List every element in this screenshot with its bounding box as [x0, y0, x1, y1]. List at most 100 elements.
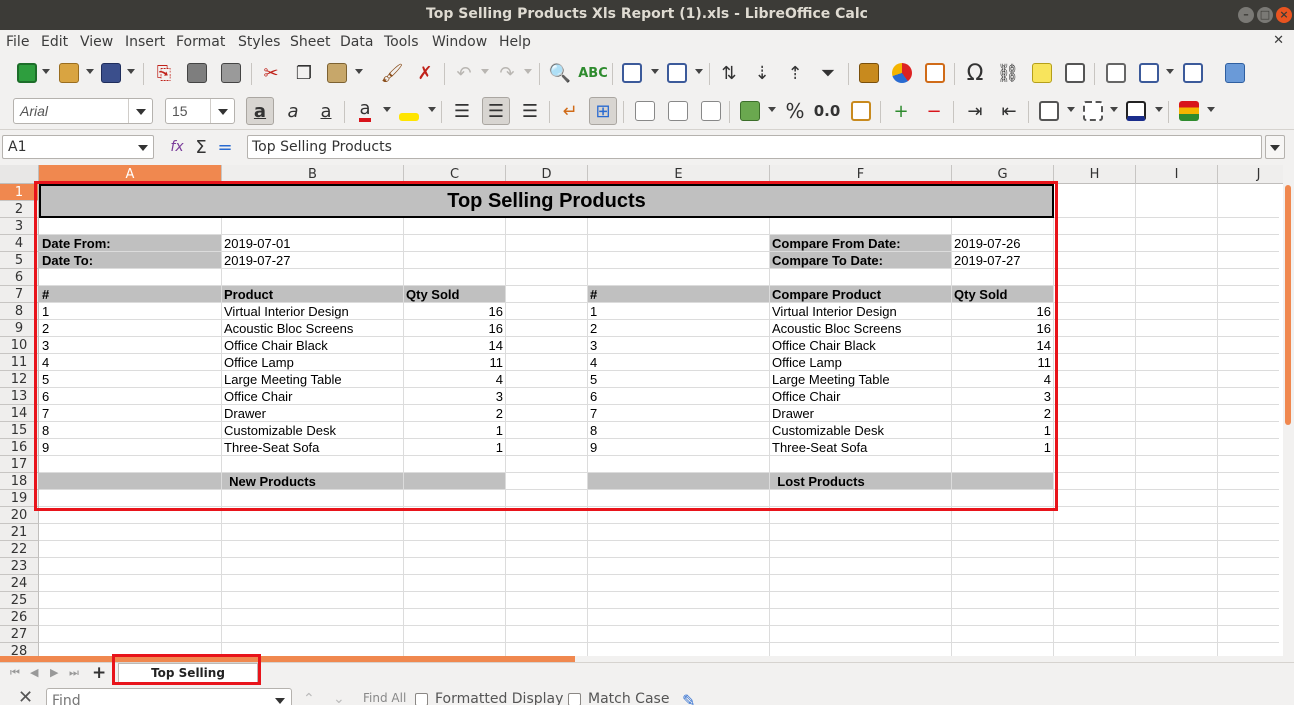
border-style-dropdown-icon[interactable] [1110, 107, 1118, 112]
paste-icon[interactable] [324, 61, 350, 85]
open-button[interactable] [56, 61, 82, 85]
minimize-icon[interactable]: – [1238, 7, 1254, 23]
row-header-23[interactable]: 23 [0, 558, 39, 575]
next-sheet-icon[interactable]: ▶ [50, 666, 58, 679]
expand-formula-bar-icon[interactable] [1265, 135, 1285, 159]
redo-icon[interactable]: ↷ [494, 61, 520, 85]
comment-icon[interactable] [1029, 61, 1055, 85]
select-all-corner[interactable] [0, 165, 39, 184]
column-header-e[interactable]: E [588, 165, 770, 184]
print-preview-button[interactable] [218, 61, 244, 85]
paste-dropdown-icon[interactable] [355, 69, 363, 74]
align-bottom-icon[interactable] [698, 99, 724, 123]
vertical-scrollbar[interactable] [1283, 165, 1294, 656]
conditional-dropdown-icon[interactable] [1207, 107, 1215, 112]
row-header-3[interactable]: 3 [0, 218, 39, 235]
undo-icon[interactable]: ↶ [451, 61, 477, 85]
increase-indent-icon[interactable]: ⇥ [962, 99, 988, 123]
delete-decimal-icon[interactable]: − [921, 99, 947, 123]
new-document-button[interactable] [14, 61, 40, 85]
column-header-i[interactable]: I [1136, 165, 1218, 184]
font-name-dropdown-icon[interactable] [128, 99, 152, 123]
row-header-5[interactable]: 5 [0, 252, 39, 269]
cut-icon[interactable]: ✂ [258, 61, 284, 85]
menu-insert[interactable]: Insert [125, 34, 165, 50]
find-next-icon[interactable]: ⌄ [333, 691, 345, 705]
row-header-25[interactable]: 25 [0, 592, 39, 609]
define-print-area-icon[interactable] [1103, 61, 1129, 85]
insert-chart-icon[interactable] [889, 61, 915, 85]
conditional-format-icon[interactable] [1176, 99, 1202, 123]
row-header-8[interactable]: 8 [0, 303, 39, 320]
column-header-h[interactable]: H [1054, 165, 1136, 184]
save-button[interactable] [98, 61, 124, 85]
sort-icon[interactable]: ⇅ [716, 61, 742, 85]
open-dropdown-icon[interactable] [86, 69, 94, 74]
align-right-icon[interactable]: ☰ [517, 99, 543, 123]
row-header-24[interactable]: 24 [0, 575, 39, 592]
align-left-icon[interactable]: ☰ [449, 99, 475, 123]
close-document-icon[interactable]: ✕ [1273, 33, 1284, 48]
menu-edit[interactable]: Edit [41, 34, 68, 50]
font-size-box[interactable]: 15 [165, 98, 235, 124]
row-header-11[interactable]: 11 [0, 354, 39, 371]
border-color-icon[interactable] [1123, 99, 1149, 123]
row-header-27[interactable]: 27 [0, 626, 39, 643]
font-size-dropdown-icon[interactable] [210, 99, 234, 123]
row-header-9[interactable]: 9 [0, 320, 39, 337]
add-sheet-icon[interactable]: + [92, 663, 106, 683]
align-top-icon[interactable] [632, 99, 658, 123]
menu-data[interactable]: Data [340, 34, 373, 50]
sort-ascending-icon[interactable]: ⇣ [749, 61, 775, 85]
name-box-dropdown-icon[interactable] [138, 145, 148, 151]
menu-styles[interactable]: Styles [238, 34, 280, 50]
merge-center-icon[interactable]: ⊞ [589, 97, 617, 125]
formula-input[interactable]: Top Selling Products [247, 135, 1262, 159]
font-name-box[interactable]: Arial [13, 98, 153, 124]
find-input-box[interactable] [46, 688, 292, 705]
undo-dropdown-icon[interactable] [481, 69, 489, 74]
font-color-icon[interactable]: a [352, 99, 378, 123]
formatted-display-checkbox[interactable] [415, 693, 428, 705]
row-header-28[interactable]: 28 [0, 643, 39, 656]
freeze-rows-columns-icon[interactable] [1136, 61, 1162, 85]
close-find-bar-icon[interactable]: ✕ [18, 687, 33, 705]
row-header-1[interactable]: 1 [0, 184, 39, 201]
insert-image-icon[interactable] [856, 61, 882, 85]
new-dropdown-icon[interactable] [42, 69, 50, 74]
column-header-g[interactable]: G [952, 165, 1054, 184]
sort-descending-icon[interactable]: ⇡ [782, 61, 808, 85]
row-header-15[interactable]: 15 [0, 422, 39, 439]
special-character-icon[interactable]: Ω [962, 61, 988, 86]
split-window-icon[interactable] [1180, 61, 1206, 85]
row-header-16[interactable]: 16 [0, 439, 39, 456]
row-header-20[interactable]: 20 [0, 507, 39, 524]
find-all-button[interactable]: Find All [363, 691, 406, 705]
sum-icon[interactable]: Σ [188, 135, 214, 159]
column-icon[interactable] [664, 61, 690, 85]
show-draw-functions-icon[interactable] [1222, 61, 1248, 85]
bold-button[interactable]: a [246, 97, 274, 125]
row-dropdown-icon[interactable] [651, 69, 659, 74]
font-color-dropdown-icon[interactable] [383, 107, 391, 112]
spellcheck-icon[interactable]: ABC [578, 61, 608, 85]
previous-sheet-icon[interactable]: ◀ [30, 666, 38, 679]
row-header-7[interactable]: 7 [0, 286, 39, 303]
row-header-2[interactable]: 2 [0, 201, 39, 218]
row-header-14[interactable]: 14 [0, 405, 39, 422]
row-header-19[interactable]: 19 [0, 490, 39, 507]
pivot-table-icon[interactable] [922, 61, 948, 85]
find-replace-icon[interactable]: 🔍 [547, 61, 573, 85]
menu-help[interactable]: Help [499, 34, 531, 50]
row-header-21[interactable]: 21 [0, 524, 39, 541]
column-header-a[interactable]: A [39, 165, 222, 184]
currency-format-icon[interactable] [737, 99, 763, 123]
function-wizard-icon[interactable]: fx [164, 135, 190, 159]
column-dropdown-icon[interactable] [695, 69, 703, 74]
column-header-d[interactable]: D [506, 165, 588, 184]
autofilter-icon[interactable]: ⏷ [815, 61, 841, 85]
cell-grid[interactable]: Top Selling Products Date From: 2019-07-… [39, 184, 1279, 656]
close-icon[interactable]: × [1276, 7, 1292, 23]
row-header-18[interactable]: 18 [0, 473, 39, 490]
freeze-dropdown-icon[interactable] [1166, 69, 1174, 74]
